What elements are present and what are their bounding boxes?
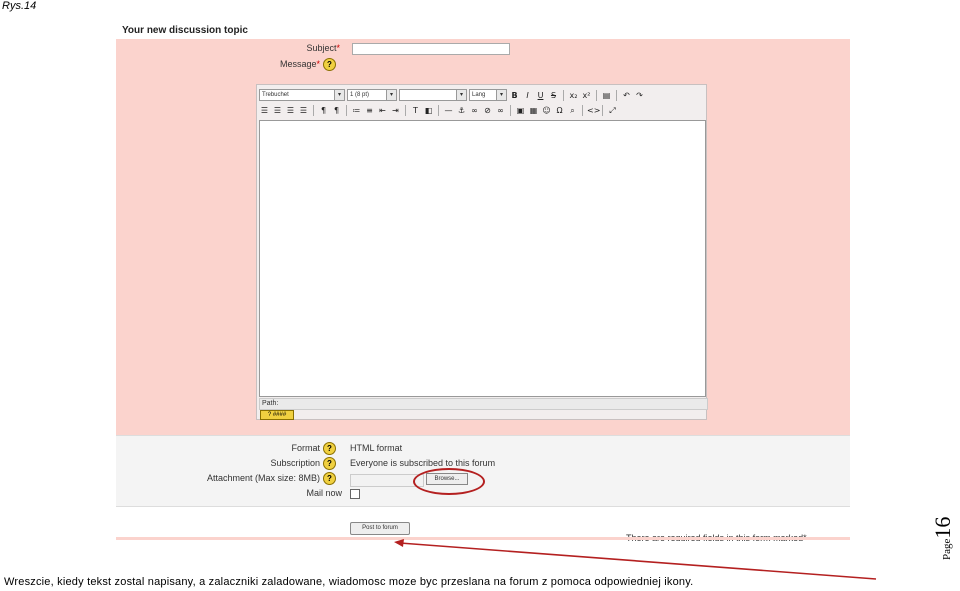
unordered-list-icon[interactable]: ≡ xyxy=(364,105,375,116)
subscription-value: Everyone is subscribed to this forum xyxy=(350,458,496,468)
special-char-icon[interactable]: Ω xyxy=(554,105,565,116)
toolbar-divider xyxy=(563,89,564,101)
lang-select[interactable]: Lang ▾ xyxy=(469,89,507,101)
subject-label-text: Subject xyxy=(306,43,337,53)
clean-word-icon[interactable]: ▤ xyxy=(601,90,612,101)
message-label: Message*? xyxy=(196,58,336,71)
toolbar-divider xyxy=(405,104,406,116)
subject-label: Subject* xyxy=(200,43,340,53)
font-select-value: Trebuchet xyxy=(262,92,289,98)
subscript-icon[interactable]: x₂ xyxy=(568,90,579,101)
indent-icon[interactable]: ⇥ xyxy=(390,105,401,116)
font-select[interactable]: Trebuchet ▾ xyxy=(259,89,345,101)
style-select[interactable]: ▾ xyxy=(399,89,467,101)
toolbar-divider xyxy=(582,104,583,116)
fullscreen-icon[interactable]: ⤢ xyxy=(607,105,618,116)
horizontal-rule-icon[interactable]: — xyxy=(443,105,454,116)
nolink-icon[interactable]: ∞ xyxy=(495,105,506,116)
redo-icon[interactable]: ↷ xyxy=(634,90,645,101)
highlight-oval xyxy=(413,468,485,495)
required-mark: * xyxy=(316,58,320,69)
editor-path-bar: Path: xyxy=(259,398,708,410)
caption-text: Wreszcie, kiedy tekst zostal napisany, a… xyxy=(4,576,694,588)
required-mark: * xyxy=(336,43,340,53)
chevron-down-icon: ▾ xyxy=(456,90,466,100)
toolbar-divider xyxy=(313,104,314,116)
undo-icon[interactable]: ↶ xyxy=(621,90,632,101)
lang-select-value: Lang xyxy=(472,92,486,98)
attachment-label-text: Attachment (Max size: 8MB) xyxy=(206,472,320,483)
strikethrough-icon[interactable]: S xyxy=(548,90,559,101)
form-screenshot: Your new discussion topic Subject* Messa… xyxy=(116,22,850,541)
html-editor: Trebuchet ▾ 1 (8 pt) ▾ ▾ Lang ▾ B I U S x₂ … xyxy=(256,84,708,420)
text-color-icon[interactable]: T xyxy=(410,105,421,116)
align-left-icon[interactable]: ☰ xyxy=(259,105,270,116)
format-label-text: Format xyxy=(291,442,320,453)
question-mark-icon[interactable]: ? xyxy=(323,457,336,470)
ltr-direction-icon[interactable]: ¶ xyxy=(318,105,329,116)
bold-icon[interactable]: B xyxy=(509,90,520,101)
link-icon[interactable]: ∞ xyxy=(469,105,480,116)
mail-now-label: Mail now xyxy=(306,488,342,498)
toolbar-divider xyxy=(602,104,603,116)
image-icon[interactable]: ▣ xyxy=(515,105,526,116)
editor-help-badge[interactable]: ? #### xyxy=(260,410,294,420)
outdent-icon[interactable]: ⇤ xyxy=(377,105,388,116)
anchor-icon[interactable]: ⚓ xyxy=(456,105,467,116)
mail-now-checkbox[interactable] xyxy=(350,489,360,499)
chevron-down-icon: ▾ xyxy=(496,90,506,100)
unlink-icon[interactable]: ⊘ xyxy=(482,105,493,116)
question-mark-icon[interactable]: ? xyxy=(323,58,336,71)
toolbar-divider xyxy=(510,104,511,116)
message-label-text: Message xyxy=(279,58,317,69)
figure-label: Rys.14 xyxy=(2,0,37,12)
page-word: Page xyxy=(941,538,953,560)
form-bottom-strip xyxy=(116,537,850,540)
editor-toolbar-row-2: ☰ ☰ ☰ ☰ ¶ ¶ ≔ ≡ ⇤ ⇥ T ◧ — ⚓ ∞ ⊘ ∞ ▣ ▦ ☺ … xyxy=(259,103,618,117)
attachment-label: Attachment (Max size: 8MB)? xyxy=(136,472,336,485)
form-title: Your new discussion topic xyxy=(122,25,248,36)
superscript-icon[interactable]: x² xyxy=(581,90,592,101)
post-to-forum-button[interactable]: Post to forum xyxy=(350,522,410,535)
align-center-icon[interactable]: ☰ xyxy=(272,105,283,116)
chevron-down-icon: ▾ xyxy=(386,90,396,100)
question-mark-icon[interactable]: ? xyxy=(323,472,336,485)
arrow-line xyxy=(399,542,877,580)
ordered-list-icon[interactable]: ≔ xyxy=(351,105,362,116)
page-number-block: Page16 xyxy=(930,517,956,560)
toolbar-divider xyxy=(616,89,617,101)
question-mark-icon[interactable]: ? xyxy=(323,442,336,455)
page-number: 16 xyxy=(930,516,955,539)
format-label: Format? xyxy=(196,442,336,455)
toolbar-divider xyxy=(438,104,439,116)
size-select-value: 1 (8 pt) xyxy=(350,92,370,98)
size-select[interactable]: 1 (8 pt) ▾ xyxy=(347,89,397,101)
search-replace-icon[interactable]: ⌕ xyxy=(567,105,578,116)
chevron-down-icon: ▾ xyxy=(334,90,344,100)
toolbar-divider xyxy=(596,89,597,101)
background-color-icon[interactable]: ◧ xyxy=(423,105,434,116)
italic-icon[interactable]: I xyxy=(522,90,533,101)
subscription-label-text: Subscription xyxy=(270,457,320,468)
editor-toolbar-row-1: Trebuchet ▾ 1 (8 pt) ▾ ▾ Lang ▾ B I U S x₂ … xyxy=(259,88,645,102)
arrow-head xyxy=(394,539,404,547)
underline-icon[interactable]: U xyxy=(535,90,546,101)
subject-input[interactable] xyxy=(352,43,510,55)
toolbar-divider xyxy=(346,104,347,116)
message-text-area[interactable] xyxy=(259,120,706,397)
subscription-label: Subscription? xyxy=(196,457,336,470)
html-source-icon[interactable]: <> xyxy=(587,105,600,116)
format-value: HTML format xyxy=(350,443,403,453)
align-right-icon[interactable]: ☰ xyxy=(285,105,296,116)
justify-icon[interactable]: ☰ xyxy=(298,105,309,116)
rtl-direction-icon[interactable]: ¶ xyxy=(331,105,342,116)
table-icon[interactable]: ▦ xyxy=(528,105,539,116)
smiley-icon[interactable]: ☺ xyxy=(541,105,552,116)
